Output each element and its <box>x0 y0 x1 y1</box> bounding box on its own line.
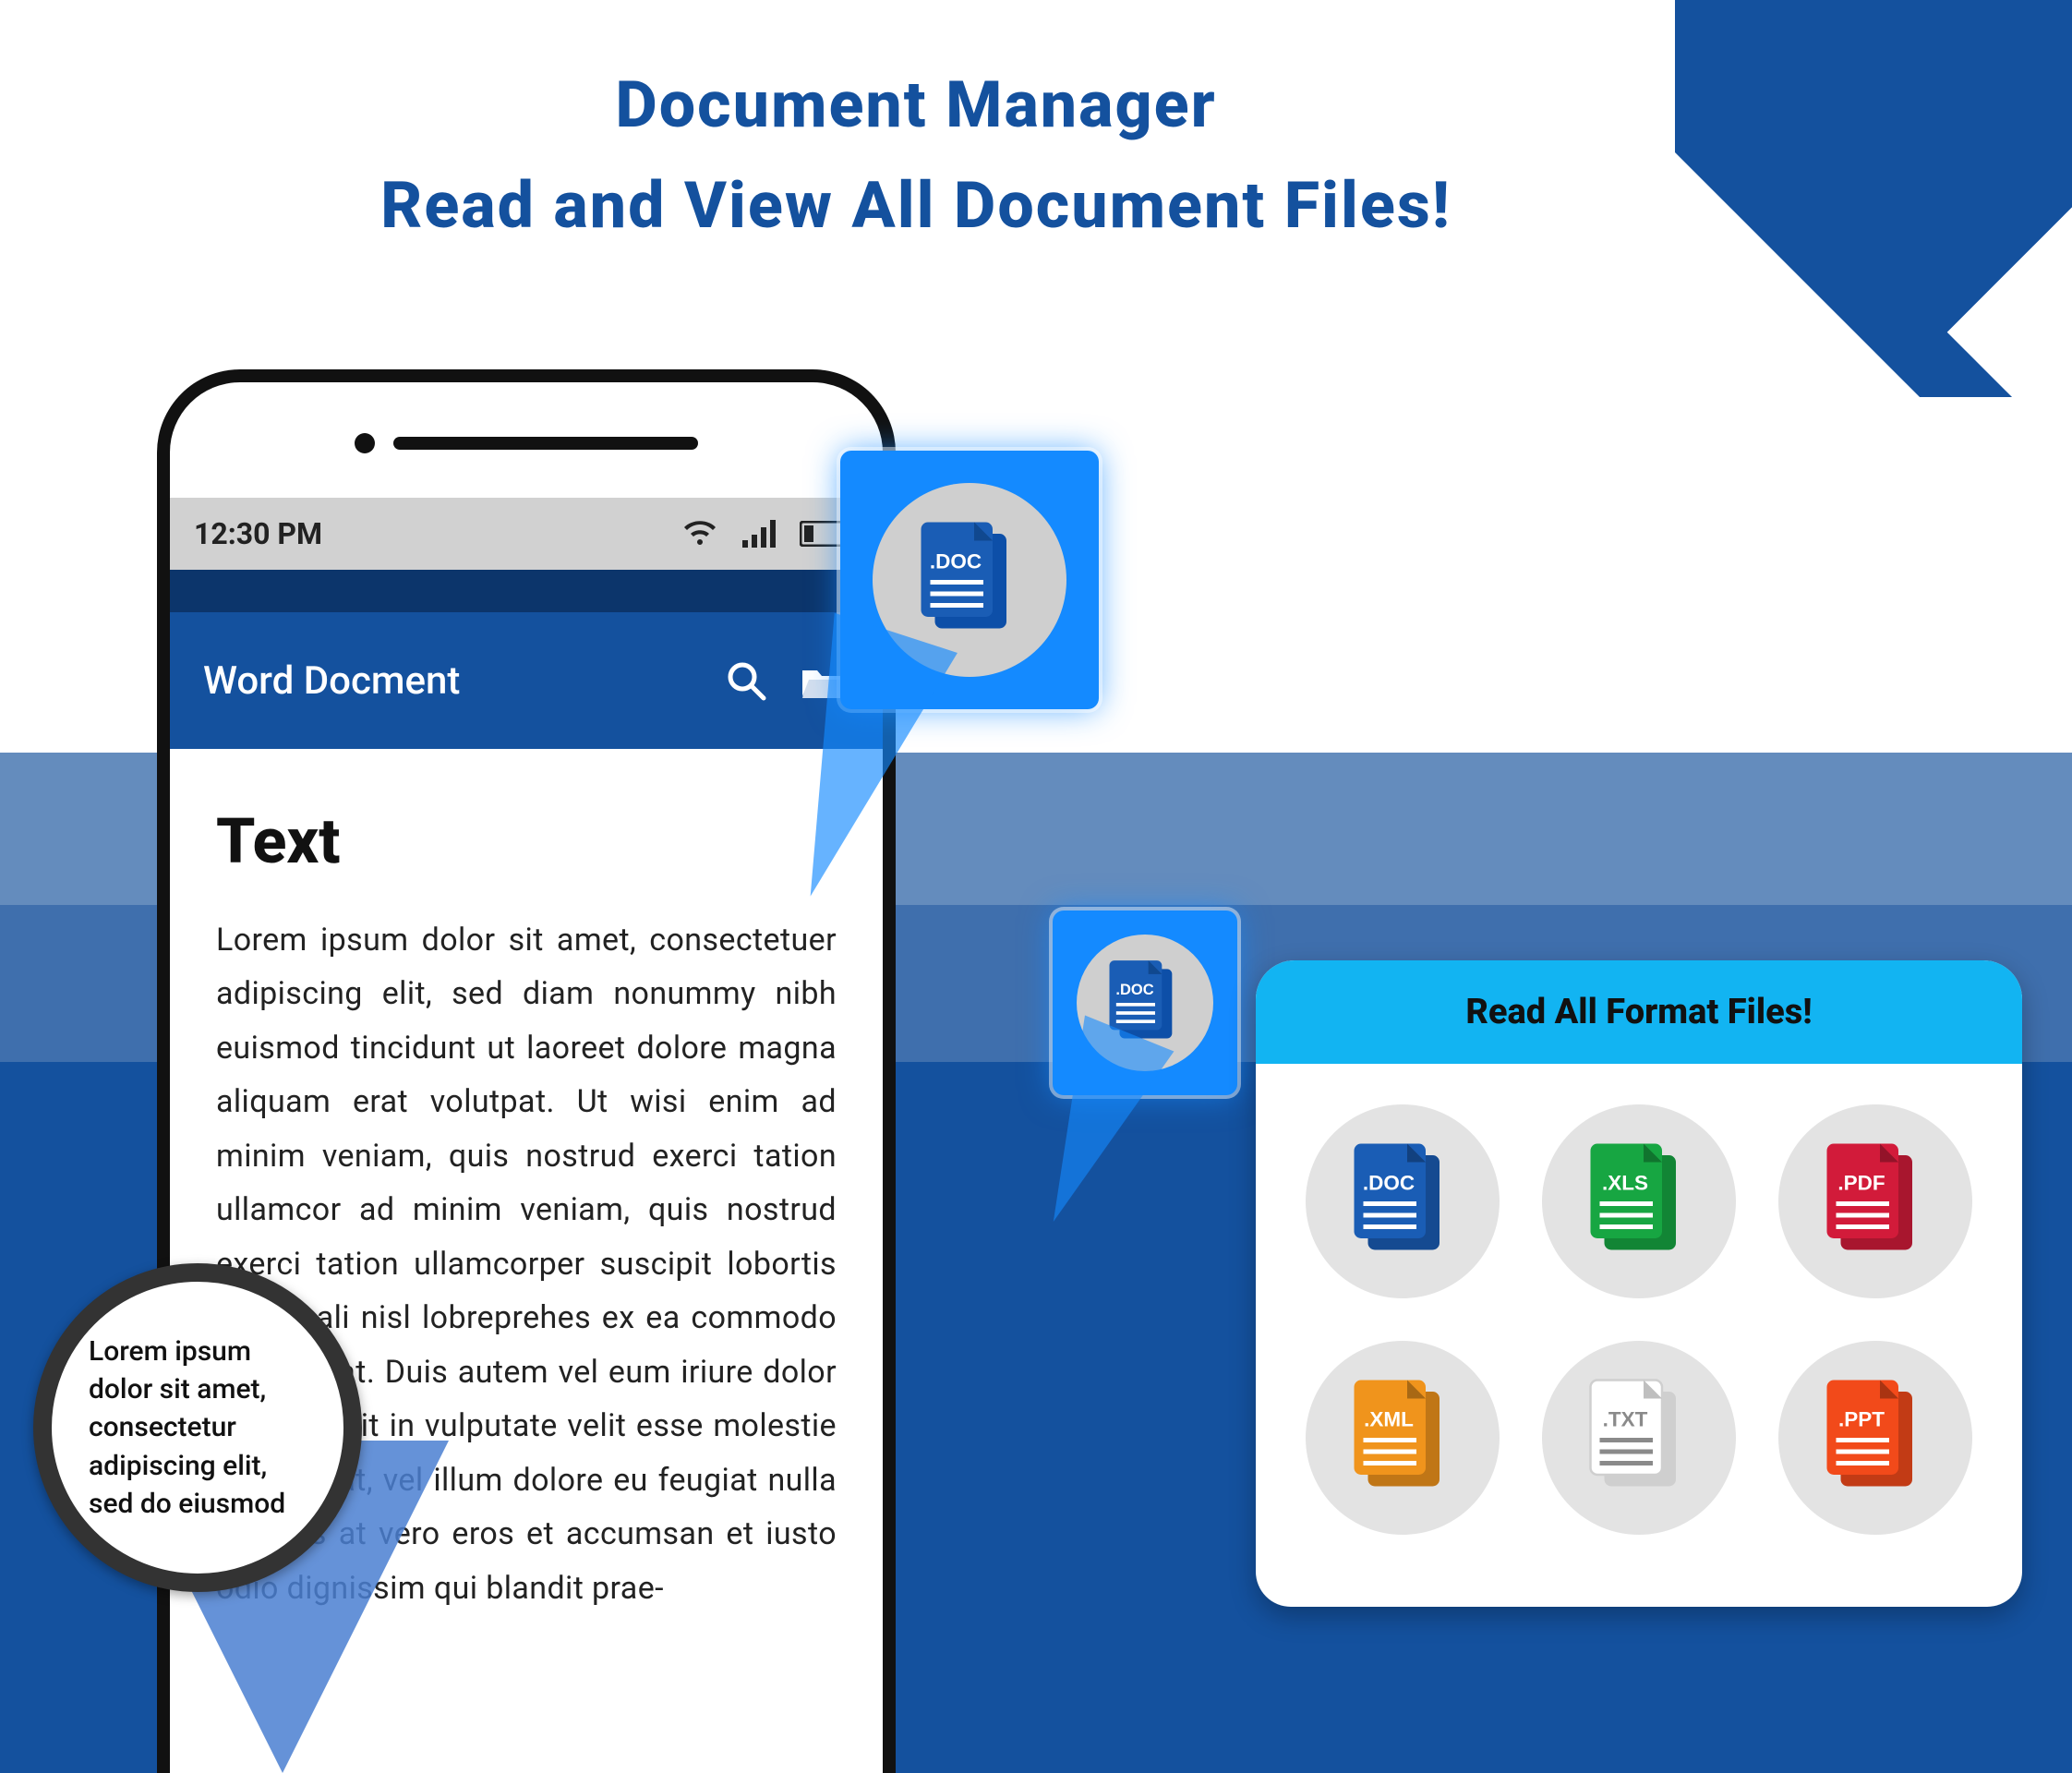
search-icon <box>725 659 767 702</box>
formats-panel-title: Read All Format Files! <box>1465 992 1812 1032</box>
appbar-title: Word Docment <box>203 658 694 704</box>
svg-text:.DOC: .DOC <box>1115 982 1153 998</box>
promo-headline: Document Manager Read and View All Docum… <box>0 55 1832 256</box>
doc-file-icon: .DOC <box>1333 1132 1472 1271</box>
formats-panel-header: Read All Format Files! <box>1256 960 2022 1064</box>
svg-text:.XLS: .XLS <box>1602 1172 1648 1195</box>
app-bar: Word Docment <box>170 612 883 749</box>
magnifier-text: Lorem ipsum dolor sit amet, consectetur … <box>89 1333 307 1524</box>
ppt-file-icon: .PPT <box>1806 1369 1945 1507</box>
doc-tile-popout-small: .DOC <box>1053 911 1237 1095</box>
format-pdf[interactable]: .PDF <box>1778 1104 1972 1298</box>
doc-file-icon: .DOC <box>900 511 1039 649</box>
xml-file-icon: .XML <box>1333 1369 1472 1507</box>
magnifier-lens: Lorem ipsum dolor sit amet, consectetur … <box>33 1263 362 1592</box>
format-doc[interactable]: .DOC <box>1306 1104 1500 1298</box>
promo-line-1: Document Manager <box>615 67 1216 143</box>
phone-speaker-bar <box>393 437 698 450</box>
phone-camera-dot <box>355 433 375 453</box>
xls-file-icon: .XLS <box>1570 1132 1708 1271</box>
svg-text:.DOC: .DOC <box>930 550 982 573</box>
svg-text:.DOC: .DOC <box>1363 1172 1415 1195</box>
format-txt[interactable]: .TXT <box>1542 1341 1736 1535</box>
wifi-icon <box>681 519 718 549</box>
status-bar: 12:30 PM <box>170 498 883 570</box>
appbar-top-strip <box>170 570 883 612</box>
txt-file-icon: .TXT <box>1570 1369 1708 1507</box>
pdf-file-icon: .PDF <box>1806 1132 1945 1271</box>
svg-text:.PPT: .PPT <box>1838 1408 1885 1431</box>
cell-signal-icon <box>742 520 776 548</box>
search-button[interactable] <box>720 655 772 706</box>
svg-text:.XML: .XML <box>1364 1408 1414 1431</box>
formats-grid: .DOC .XLS .PDF .XML .TXT <box>1256 1064 2022 1575</box>
document-heading: Text <box>216 804 837 878</box>
svg-text:.PDF: .PDF <box>1837 1172 1885 1195</box>
format-xml[interactable]: .XML <box>1306 1341 1500 1535</box>
promo-line-2: Read and View All Document Files! <box>380 168 1452 244</box>
svg-text:.TXT: .TXT <box>1603 1408 1648 1431</box>
status-time: 12:30 PM <box>194 516 322 551</box>
formats-panel: Read All Format Files! .DOC .XLS .PDF .X… <box>1256 960 2022 1607</box>
doc-tile-popout-large: .DOC <box>840 451 1099 709</box>
format-xls[interactable]: .XLS <box>1542 1104 1736 1298</box>
format-ppt[interactable]: .PPT <box>1778 1341 1972 1535</box>
phone-speaker-camera <box>355 433 698 453</box>
